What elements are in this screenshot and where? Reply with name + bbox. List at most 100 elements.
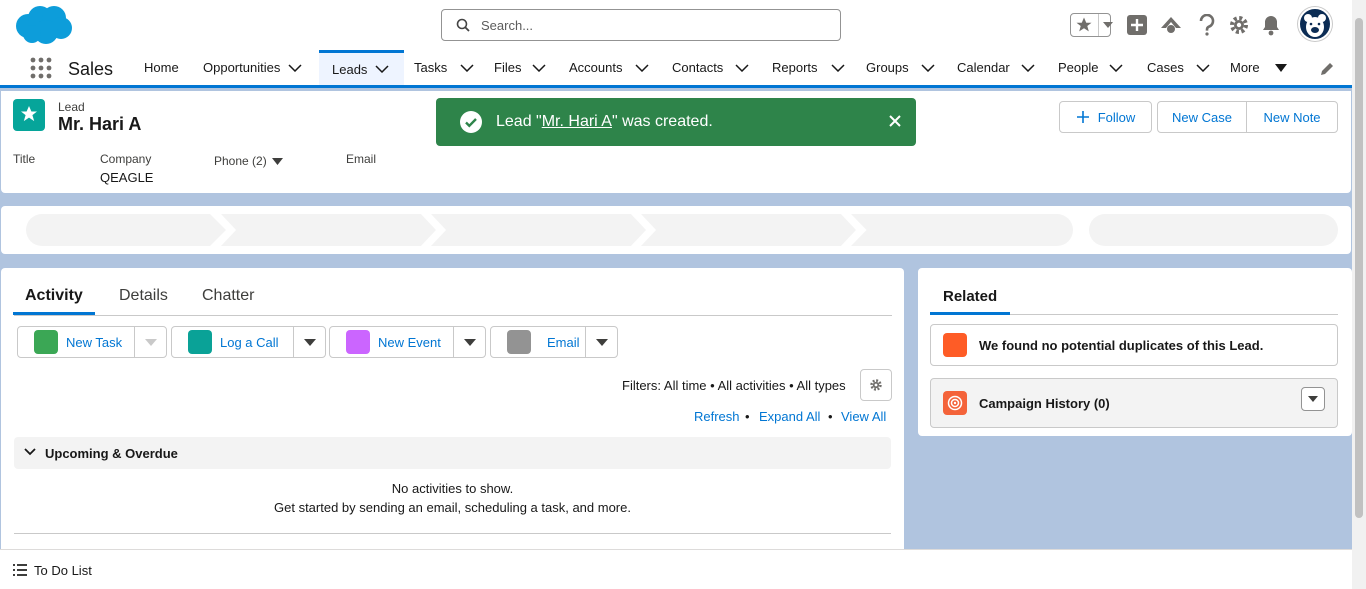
path-mark-status-button[interactable] (1089, 214, 1338, 246)
settings-gear-icon[interactable] (1226, 12, 1252, 38)
email-field-label: Email (346, 152, 377, 166)
toast-record-link[interactable]: Mr. Hari A (542, 113, 612, 130)
edit-nav-pencil-icon[interactable] (1320, 62, 1334, 76)
trailhead-icon[interactable] (1158, 12, 1184, 38)
duplicates-message: We found no potential duplicates of this… (979, 338, 1264, 353)
nav-item-reports[interactable]: Reports (772, 50, 845, 85)
empty-state-title: No activities to show. (391, 481, 514, 496)
nav-item-files[interactable]: Files (494, 50, 546, 85)
chevron-down-icon[interactable] (585, 327, 617, 357)
active-tab-indicator (930, 312, 1010, 315)
tab-chatter[interactable]: Chatter (202, 287, 254, 305)
view-all-link[interactable]: View All (841, 409, 886, 424)
caret-down-icon (1274, 63, 1287, 72)
new-note-button[interactable]: New Note (1246, 101, 1338, 133)
path-step[interactable] (221, 214, 436, 246)
lead-icon (13, 99, 45, 131)
new-case-label: New Case (1172, 109, 1232, 125)
new-event-button[interactable]: New Event (329, 326, 486, 358)
nav-item-groups[interactable]: Groups (866, 50, 935, 85)
upcoming-overdue-section[interactable]: Upcoming & Overdue (14, 437, 891, 469)
new-task-label: New Task (66, 334, 123, 350)
user-avatar[interactable] (1298, 7, 1332, 41)
todo-list-button[interactable]: To Do List (34, 563, 92, 578)
path-step[interactable] (641, 214, 856, 246)
toast-prefix: Lead " (496, 113, 542, 130)
scrollbar-thumb[interactable] (1355, 18, 1363, 518)
nav-item-opportunities[interactable]: Opportunities (203, 50, 302, 85)
chevron-down-icon[interactable] (735, 63, 749, 72)
nav-item-calendar[interactable]: Calendar (957, 50, 1035, 85)
help-icon[interactable] (1194, 12, 1220, 38)
tab-divider (14, 315, 892, 316)
chevron-down-icon[interactable] (1109, 63, 1124, 72)
chevron-down-icon[interactable] (460, 63, 474, 72)
nav-item-home[interactable]: Home (144, 50, 179, 85)
email-button[interactable]: Email (490, 326, 618, 358)
log-a-call-button[interactable]: Log a Call (171, 326, 326, 358)
nav-item-accounts[interactable]: Accounts (569, 50, 650, 85)
nav-item-label: Files (494, 60, 522, 75)
empty-state-hint: Get started by sending an email, schedul… (274, 500, 631, 515)
favorites-button[interactable] (1070, 13, 1113, 37)
phone-field[interactable]: Phone (2) (214, 154, 283, 168)
new-task-button[interactable]: New Task (17, 326, 167, 358)
filter-settings-gear-icon[interactable] (860, 369, 892, 401)
nav-item-label: People (1058, 60, 1099, 75)
path-step[interactable] (431, 214, 646, 246)
chevron-down-icon[interactable] (532, 63, 546, 72)
plus-icon (1076, 110, 1090, 124)
follow-button[interactable]: Follow (1059, 101, 1152, 133)
nav-item-label: Groups (866, 60, 909, 75)
expand-all-link[interactable]: Expand All (759, 409, 820, 424)
task-icon (34, 330, 58, 354)
chevron-down-icon[interactable] (1301, 387, 1325, 411)
chevron-down-icon[interactable] (134, 327, 166, 357)
chevron-down-icon[interactable] (921, 63, 935, 72)
nav-item-leads[interactable]: Leads (319, 50, 404, 85)
chevron-down-icon[interactable] (375, 65, 389, 73)
app-name: Sales (68, 59, 114, 79)
nav-item-label: Reports (772, 60, 818, 75)
tab-related[interactable]: Related (943, 288, 997, 305)
nav-item-more[interactable]: More (1230, 50, 1287, 85)
close-icon[interactable] (888, 114, 902, 128)
toast-message: Lead "Mr. Hari A" was created. (496, 113, 713, 131)
path-step[interactable] (26, 214, 226, 246)
chevron-down-icon (24, 448, 36, 456)
search-placeholder: Search... (481, 18, 534, 33)
chevron-down-icon[interactable] (1196, 63, 1210, 72)
nav-item-tasks[interactable]: Tasks (414, 50, 474, 85)
new-case-button[interactable]: New Case (1157, 101, 1247, 133)
nav-item-label: Contacts (672, 60, 724, 75)
toast-suffix: " was created. (611, 113, 713, 130)
nav-item-people[interactable]: People (1058, 50, 1124, 85)
tab-activity[interactable]: Activity (25, 287, 83, 305)
campaign-history-title[interactable]: Campaign History (0) (979, 396, 1110, 411)
chevron-down-icon[interactable] (453, 327, 485, 357)
nav-item-cases[interactable]: Cases (1147, 50, 1210, 85)
chevron-down-icon[interactable] (1021, 63, 1035, 72)
chevron-down-icon[interactable] (831, 63, 845, 72)
nav-item-label: Leads (332, 61, 368, 77)
refresh-link[interactable]: Refresh (694, 409, 740, 424)
tab-details[interactable]: Details (119, 287, 168, 305)
chevron-down-icon[interactable] (293, 327, 325, 357)
notifications-bell-icon[interactable] (1258, 12, 1284, 38)
app-launcher-icon[interactable] (30, 57, 52, 79)
success-toast: Lead "Mr. Hari A" was created. (436, 98, 916, 146)
path-step[interactable] (851, 214, 1073, 246)
global-search-input[interactable]: Search... (441, 9, 841, 41)
nav-item-label: Tasks (414, 60, 448, 75)
search-icon (456, 18, 470, 32)
nav-item-contacts[interactable]: Contacts (672, 50, 749, 85)
activity-filters-text: Filters: All time • All activities • All… (622, 378, 846, 393)
chevron-down-icon[interactable] (635, 63, 650, 72)
call-icon (188, 330, 212, 354)
nav-item-label: Accounts (569, 60, 623, 75)
follow-label: Follow (1097, 109, 1136, 125)
salesforce-logo[interactable] (14, 4, 74, 46)
global-actions-add-icon[interactable] (1124, 12, 1150, 38)
chevron-down-icon[interactable] (288, 63, 302, 72)
chevron-down-icon (1098, 14, 1113, 36)
